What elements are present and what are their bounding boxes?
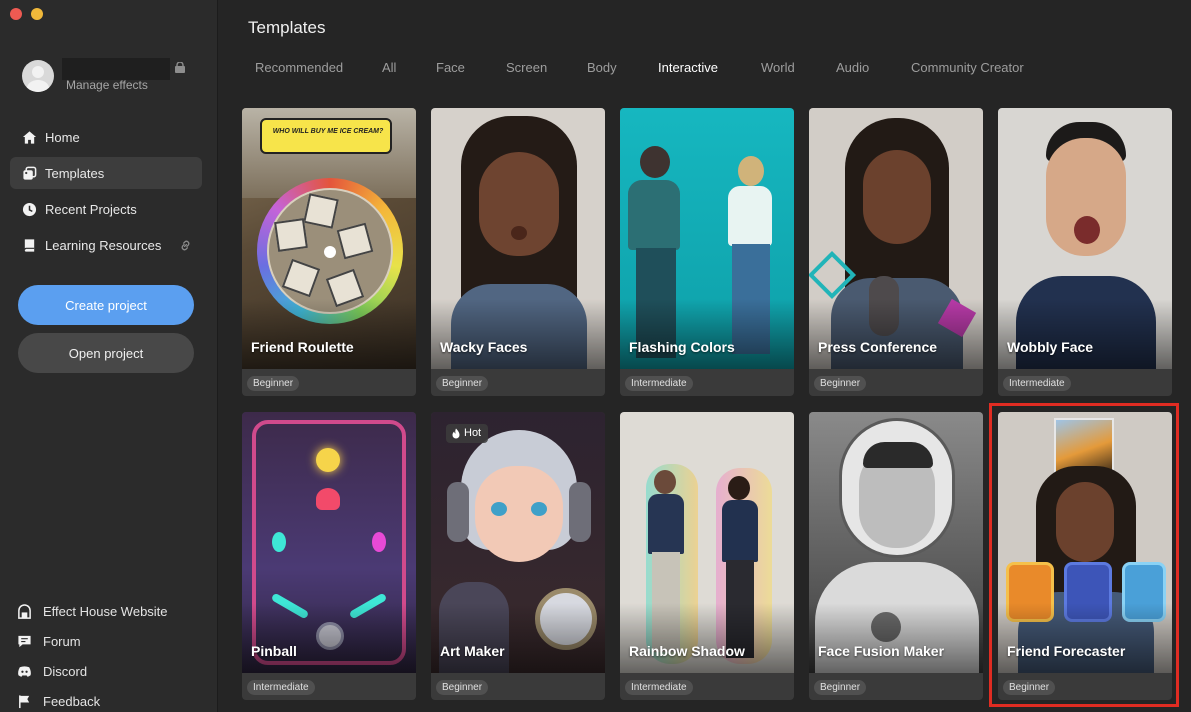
sidebar-nav: Home Templates Recent Projects Learning … — [10, 121, 202, 265]
forum-link[interactable]: Forum — [17, 626, 168, 656]
house-icon — [18, 603, 31, 619]
flag-icon — [19, 694, 30, 708]
template-thumbnail — [998, 412, 1172, 673]
template-title: Friend Roulette — [251, 339, 354, 355]
template-card-press-conference[interactable]: Press Conference Beginner — [809, 108, 983, 396]
template-card-wacky-faces[interactable]: Wacky Faces Beginner — [431, 108, 605, 396]
clock-icon — [22, 202, 37, 216]
link-icon — [181, 240, 190, 250]
tab-community-creator[interactable]: Community Creator — [911, 60, 1024, 75]
template-thumbnail — [998, 108, 1172, 369]
template-title: Art Maker — [440, 643, 505, 659]
template-card-friend-roulette[interactable]: WHO WILL BUY ME ICE CREAM? Friend Roulet… — [242, 108, 416, 396]
template-thumbnail: WHO WILL BUY ME ICE CREAM? — [242, 108, 416, 369]
sidebar: Manage effects Home Templates Recent Pro… — [0, 0, 218, 712]
template-thumbnail — [431, 108, 605, 369]
footer-link-label: Discord — [43, 663, 88, 679]
template-category-tabs: Recommended All Face Screen Body Interac… — [255, 60, 1024, 75]
forum-icon — [18, 635, 31, 647]
template-thumbnail — [431, 412, 605, 673]
window-minimize-button[interactable] — [31, 8, 43, 20]
effect-house-website-link[interactable]: Effect House Website — [17, 596, 168, 626]
tab-recommended[interactable]: Recommended — [255, 60, 382, 75]
discord-link[interactable]: Discord — [17, 656, 168, 686]
template-thumbnail — [809, 108, 983, 369]
sidebar-item-recent-projects[interactable]: Recent Projects — [10, 193, 202, 225]
template-card-friend-forecaster[interactable]: Friend Forecaster Beginner — [998, 412, 1172, 700]
hot-badge-label: Hot — [464, 427, 482, 439]
page-title: Templates — [248, 18, 326, 37]
difficulty-badge: Intermediate — [247, 680, 315, 695]
difficulty-badge: Intermediate — [625, 376, 693, 391]
templates-icon — [23, 166, 37, 180]
username-redacted — [62, 58, 170, 80]
template-title: Press Conference — [818, 339, 938, 355]
template-title: Face Fusion Maker — [818, 643, 945, 659]
tab-body[interactable]: Body — [587, 60, 658, 75]
difficulty-badge: Beginner — [436, 376, 489, 391]
main-content: Templates Recommended All Face Screen Bo… — [219, 0, 1191, 712]
avatar[interactable] — [22, 60, 54, 92]
tab-interactive[interactable]: Interactive — [658, 60, 761, 75]
template-title: Wacky Faces — [440, 339, 528, 355]
template-thumbnail — [620, 412, 794, 673]
footer-link-label: Effect House Website — [43, 603, 168, 619]
tab-world[interactable]: World — [761, 60, 836, 75]
hot-badge: Hot — [446, 424, 489, 443]
template-card-pinball[interactable]: Pinball Intermediate — [242, 412, 416, 700]
flame-icon — [452, 428, 460, 439]
lock-icon — [175, 62, 185, 73]
create-project-button[interactable]: Create project — [18, 285, 194, 325]
template-card-face-fusion-maker[interactable]: Face Fusion Maker Beginner — [809, 412, 983, 700]
template-thumbnail — [620, 108, 794, 369]
difficulty-badge: Intermediate — [1003, 376, 1071, 391]
sidebar-item-label: Templates — [45, 165, 105, 181]
template-title: Pinball — [251, 643, 297, 659]
template-card-wobbly-face[interactable]: Wobbly Face Intermediate — [998, 108, 1172, 396]
footer-link-label: Forum — [43, 633, 81, 649]
profile: Manage effects — [22, 58, 202, 94]
sidebar-item-label: Recent Projects — [45, 201, 137, 217]
tab-screen[interactable]: Screen — [506, 60, 587, 75]
feedback-link[interactable]: Feedback — [17, 686, 168, 712]
difficulty-badge: Intermediate — [625, 680, 693, 695]
difficulty-badge: Beginner — [1003, 680, 1056, 695]
tab-face[interactable]: Face — [436, 60, 506, 75]
template-card-rainbow-shadow[interactable]: Rainbow Shadow Intermediate — [620, 412, 794, 700]
template-card-flashing-colors[interactable]: Flashing Colors Intermediate — [620, 108, 794, 396]
template-card-art-maker[interactable]: Hot Art Maker Beginner — [431, 412, 605, 700]
window-controls — [10, 8, 43, 20]
home-icon — [22, 130, 37, 144]
difficulty-badge: Beginner — [814, 376, 867, 391]
window-close-button[interactable] — [10, 8, 22, 20]
template-thumbnail — [809, 412, 983, 673]
open-project-button[interactable]: Open project — [18, 333, 194, 373]
sidebar-footer-links: Effect House Website Forum Discord Feedb… — [17, 596, 168, 712]
difficulty-badge: Beginner — [436, 680, 489, 695]
discord-icon — [18, 665, 31, 677]
sidebar-item-label: Learning Resources — [45, 237, 162, 253]
template-title: Rainbow Shadow — [629, 643, 745, 659]
sidebar-item-templates[interactable]: Templates — [10, 157, 202, 189]
tab-all[interactable]: All — [382, 60, 436, 75]
template-title: Flashing Colors — [629, 339, 735, 355]
template-thumbnail — [242, 412, 416, 673]
tab-audio[interactable]: Audio — [836, 60, 911, 75]
manage-effects-link[interactable]: Manage effects — [66, 78, 148, 92]
difficulty-badge: Beginner — [247, 376, 300, 391]
book-icon — [24, 238, 35, 252]
template-title: Wobbly Face — [1007, 339, 1094, 355]
template-title: Friend Forecaster — [1007, 643, 1126, 659]
sidebar-item-home[interactable]: Home — [10, 121, 202, 153]
sidebar-item-learning-resources[interactable]: Learning Resources — [10, 229, 202, 261]
speech-bubble-text: WHO WILL BUY ME ICE CREAM? — [272, 128, 384, 135]
footer-link-label: Feedback — [43, 693, 101, 709]
difficulty-badge: Beginner — [814, 680, 867, 695]
sidebar-item-label: Home — [45, 129, 80, 145]
